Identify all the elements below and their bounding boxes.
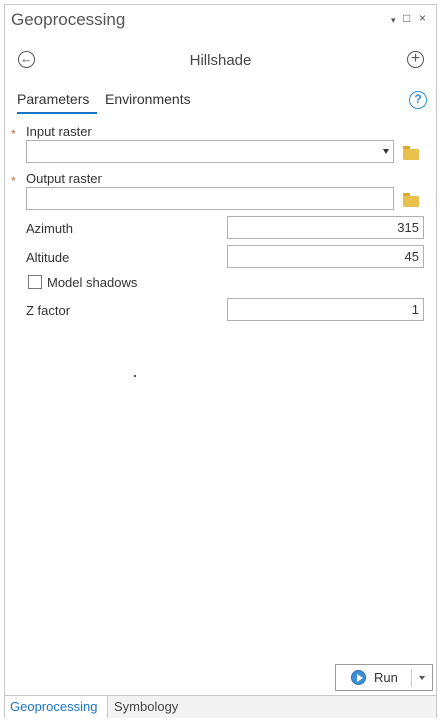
tab-symbology[interactable]: Symbology	[109, 696, 183, 718]
geoprocessing-pane: Geoprocessing ▾ □ × ← Hillshade + Parame…	[4, 4, 437, 718]
required-marker-icon: *	[11, 174, 16, 188]
pane-title: Geoprocessing	[11, 10, 126, 29]
required-marker-icon: *	[11, 127, 16, 141]
browse-folder-icon[interactable]	[403, 193, 419, 207]
z-factor-label: Z factor	[26, 303, 71, 318]
chevron-down-icon[interactable]	[383, 149, 389, 154]
azimuth-input[interactable]: 315	[227, 216, 424, 239]
altitude-input[interactable]: 45	[227, 245, 424, 268]
model-shadows-checkbox[interactable]	[28, 275, 42, 289]
pin-dropdown-icon[interactable]: ▾	[391, 14, 396, 26]
z-factor-input[interactable]: 1	[227, 298, 424, 321]
tab-environments[interactable]: Environments	[105, 91, 191, 107]
chevron-down-icon[interactable]	[419, 676, 425, 680]
tab-geoprocessing[interactable]: Geoprocessing	[5, 696, 108, 718]
run-button[interactable]: Run	[335, 664, 433, 691]
altitude-label: Altitude	[26, 250, 70, 265]
tool-title: Hillshade	[189, 52, 252, 69]
run-label: Run	[374, 670, 398, 685]
stray-dot	[134, 375, 136, 377]
maximize-icon[interactable]: □	[403, 12, 410, 24]
play-icon	[351, 670, 366, 685]
title-bar: Geoprocessing ▾ □ ×	[5, 5, 436, 35]
azimuth-label: Azimuth	[26, 221, 73, 236]
close-icon[interactable]: ×	[419, 12, 426, 24]
help-icon[interactable]: ?	[409, 91, 427, 109]
active-tab-underline	[17, 112, 97, 114]
output-raster-field[interactable]	[26, 187, 394, 210]
output-raster-label: Output raster	[26, 171, 102, 186]
azimuth-value: 315	[397, 220, 419, 235]
model-shadows-label[interactable]: Model shadows	[47, 275, 137, 290]
pane-tabs: Geoprocessing Symbology	[5, 695, 436, 718]
tab-parameters[interactable]: Parameters	[17, 91, 89, 107]
run-divider	[411, 669, 412, 687]
tool-header: ← Hillshade +	[5, 49, 436, 75]
z-factor-value: 1	[411, 302, 419, 317]
altitude-value: 45	[404, 249, 419, 264]
input-raster-dropdown[interactable]	[26, 140, 394, 163]
input-raster-label: Input raster	[26, 124, 92, 139]
add-icon[interactable]: +	[407, 51, 424, 68]
browse-folder-icon[interactable]	[403, 146, 419, 160]
